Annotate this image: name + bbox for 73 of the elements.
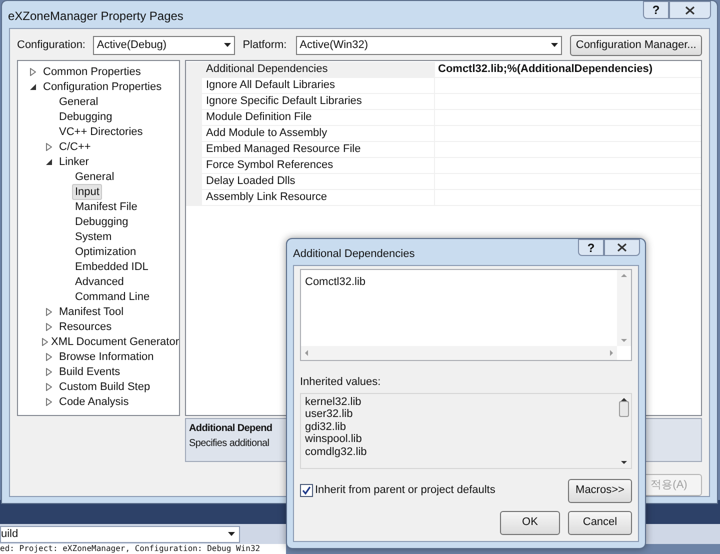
- help-button[interactable]: ?: [578, 239, 604, 256]
- dependencies-edit-field[interactable]: Comctl32.lib: [300, 269, 632, 361]
- configuration-dropdown[interactable]: Active(Debug): [92, 36, 235, 54]
- ok-button[interactable]: OK: [500, 510, 560, 534]
- tree-item[interactable]: Input: [72, 184, 102, 200]
- tree-item[interactable]: Code Analysis: [56, 394, 132, 410]
- dialog-title: Additional Dependencies: [293, 247, 415, 262]
- collapsed-triangle-icon[interactable]: [46, 352, 52, 360]
- tree-item[interactable]: General: [56, 94, 102, 110]
- property-value: Comctl32.lib;%(AdditionalDependencies): [437, 62, 653, 77]
- tree-item[interactable]: XML Document Generator: [48, 334, 179, 350]
- close-button[interactable]: [604, 239, 640, 256]
- checkmark-icon: [302, 486, 311, 495]
- tree-item[interactable]: C/C++: [56, 138, 94, 154]
- description-title: Additional Depend: [189, 422, 272, 436]
- macros-button[interactable]: Macros>>: [568, 478, 632, 502]
- tree-item[interactable]: Common Properties: [40, 64, 144, 80]
- collapsed-triangle-icon[interactable]: [46, 382, 52, 390]
- collapsed-triangle-icon[interactable]: [46, 142, 52, 150]
- tree-item[interactable]: Browse Information: [56, 348, 157, 364]
- expanded-triangle-icon[interactable]: [30, 84, 36, 90]
- inherited-values-label: Inherited values:: [300, 375, 382, 390]
- toolbar-combo[interactable]: uild: [0, 526, 240, 542]
- description-text: Specifies additional: [189, 437, 270, 451]
- inherit-label: Inherit from parent or project defaults: [315, 483, 496, 498]
- platform-dropdown[interactable]: Active(Win32): [296, 36, 562, 54]
- collapsed-triangle-icon[interactable]: [46, 398, 52, 406]
- expanded-triangle-icon[interactable]: [46, 158, 52, 164]
- close-button[interactable]: [669, 1, 711, 19]
- tree-item[interactable]: Embedded IDL: [72, 258, 152, 274]
- collapsed-triangle-icon[interactable]: [42, 338, 48, 346]
- horizontal-scrollbar[interactable]: [301, 346, 617, 360]
- tree-item[interactable]: Linker: [56, 154, 92, 170]
- tree-item[interactable]: Debugging: [56, 108, 116, 124]
- cancel-button[interactable]: Cancel: [568, 510, 632, 534]
- dropdown-caret-icon: [224, 43, 231, 47]
- tree-item[interactable]: Command Line: [72, 288, 153, 304]
- tree-item[interactable]: Manifest Tool: [56, 304, 127, 320]
- collapsed-triangle-icon[interactable]: [46, 322, 52, 330]
- dropdown-caret-icon: [551, 43, 558, 47]
- tree-item[interactable]: Resources: [56, 318, 115, 334]
- tree-item[interactable]: Custom Build Step: [56, 378, 154, 394]
- tree-item[interactable]: Advanced: [72, 274, 127, 290]
- configuration-manager-button[interactable]: Configuration Manager...: [570, 34, 702, 56]
- inherited-value: kernel32.lib: [305, 396, 362, 408]
- tree-item[interactable]: Manifest File: [72, 198, 140, 214]
- window-title: eXZoneManager Property Pages: [8, 8, 184, 25]
- configuration-label: Configuration:: [17, 38, 86, 53]
- collapsed-triangle-icon[interactable]: [46, 308, 52, 316]
- tree-item[interactable]: General: [72, 168, 118, 184]
- collapsed-triangle-icon[interactable]: [30, 68, 36, 76]
- scroll-left-icon[interactable]: [305, 350, 308, 356]
- collapsed-triangle-icon[interactable]: [46, 368, 52, 376]
- inherited-value: user32.lib: [305, 408, 354, 420]
- scroll-thumb[interactable]: [619, 400, 629, 416]
- inherited-value: gdi32.lib: [305, 420, 347, 433]
- status-text: ed: Project: eXZoneManager, Configuration: Debug Win32: [0, 544, 286, 554]
- tree-item[interactable]: Debugging: [72, 214, 132, 230]
- inherited-value: winspool.lib: [305, 433, 363, 446]
- close-icon: [617, 243, 627, 252]
- tree-item[interactable]: System: [72, 228, 115, 244]
- platform-label: Platform:: [242, 38, 288, 53]
- tree-item[interactable]: Configuration Properties: [40, 78, 165, 94]
- tree-item[interactable]: VC++ Directories: [56, 124, 146, 140]
- tree-item[interactable]: Optimization: [72, 244, 140, 260]
- close-icon: [685, 6, 695, 14]
- property-name[interactable]: Additional Dependencies: [202, 62, 435, 77]
- dropdown-caret-icon: [228, 532, 235, 536]
- scroll-right-icon[interactable]: [610, 350, 613, 356]
- help-button[interactable]: ?: [643, 1, 669, 19]
- inherit-checkbox[interactable]: [300, 484, 313, 497]
- inherited-value: comdlg32.lib: [305, 446, 368, 458]
- tree-item[interactable]: Build Events: [56, 364, 124, 380]
